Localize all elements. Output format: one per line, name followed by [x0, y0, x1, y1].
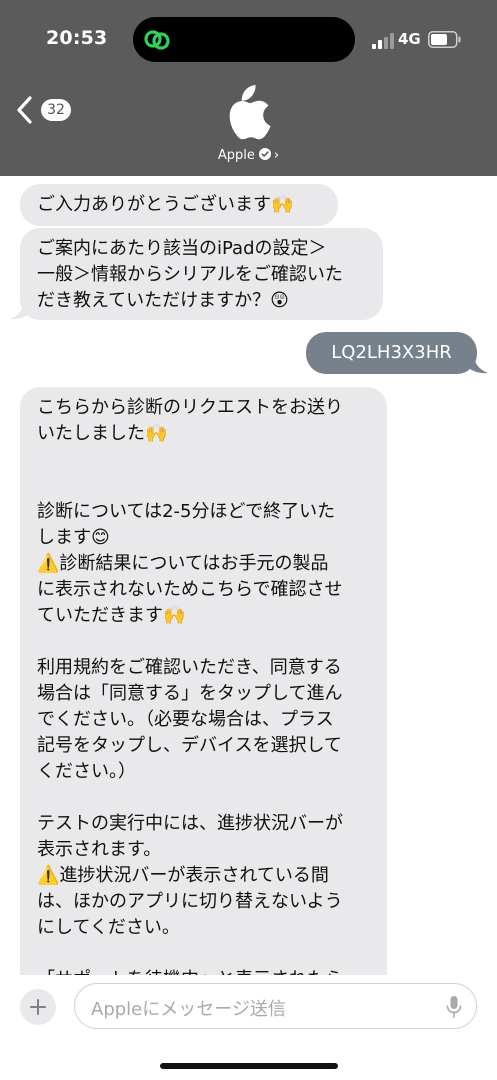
link-activity-icon [144, 30, 170, 50]
add-attachment-button[interactable] [20, 989, 56, 1025]
home-indicator[interactable] [160, 1063, 338, 1069]
unread-count-badge: 32 [41, 99, 71, 121]
back-button[interactable]: 32 [15, 93, 71, 127]
contact-name-button[interactable]: Apple › [0, 148, 497, 163]
battery-icon [428, 31, 461, 48]
contact-name: Apple [217, 148, 255, 163]
dynamic-island [133, 17, 355, 62]
chevron-right-icon: › [273, 148, 280, 163]
network-type: 4G [398, 30, 421, 48]
message-input[interactable]: Appleにメッセージ送信 [74, 983, 477, 1029]
chevron-left-icon [17, 96, 32, 124]
conversation-header: 20:53 4G 32 Apple › [0, 0, 497, 176]
bubble-tail [10, 300, 32, 320]
message-bubble-incoming[interactable]: こちらから診断のリクエストをお送り いたしました🙌 診断については2-5分ほどで… [20, 387, 387, 1027]
apple-logo-icon[interactable] [222, 85, 272, 141]
microphone-icon[interactable] [446, 995, 462, 1019]
message-input-placeholder: Appleにメッセージ送信 [91, 999, 286, 1020]
status-time: 20:53 [46, 27, 108, 49]
message-bubble-incoming[interactable]: ご入力ありがとうございます🙌 [20, 184, 338, 226]
verified-badge-icon [258, 148, 271, 160]
bubble-tail [466, 354, 488, 374]
plus-icon [30, 999, 46, 1015]
message-bubble-outgoing[interactable]: LQ2LH3X3HR [306, 332, 477, 374]
message-bubble-incoming[interactable]: ご案内にあたり該当のiPadの設定＞ 一般＞情報からシリアルをご確認いた だき教… [20, 228, 383, 320]
signal-icon [372, 33, 394, 49]
